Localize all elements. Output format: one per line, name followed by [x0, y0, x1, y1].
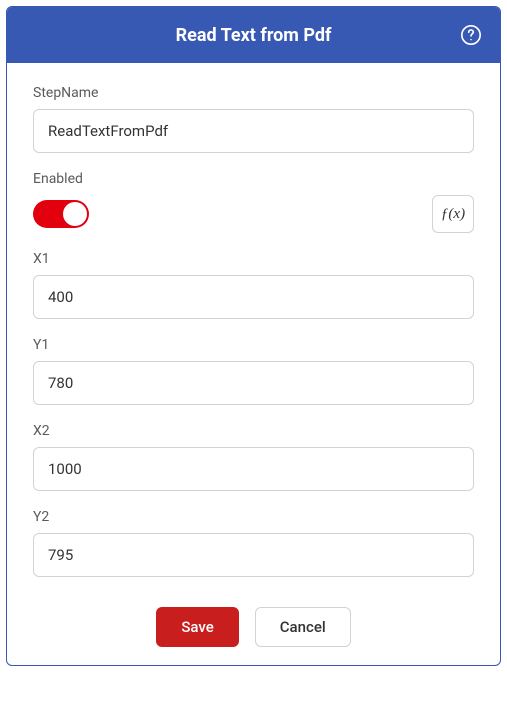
fx-icon: ƒ(x)	[441, 206, 465, 223]
enabled-row: ƒ(x)	[33, 195, 474, 233]
panel-title: Read Text from Pdf	[176, 25, 332, 46]
x2-input[interactable]	[33, 447, 474, 491]
y1-input[interactable]	[33, 361, 474, 405]
config-panel: Read Text from Pdf StepName Enabled ƒ(x)	[6, 6, 501, 666]
y2-field: Y2	[33, 509, 474, 577]
help-icon[interactable]	[460, 24, 482, 46]
stepname-input[interactable]	[33, 109, 474, 153]
x2-field: X2	[33, 423, 474, 491]
toggle-knob	[63, 202, 87, 226]
stepname-label: StepName	[33, 85, 474, 101]
x2-label: X2	[33, 423, 474, 439]
enabled-field: Enabled ƒ(x)	[33, 171, 474, 233]
panel-header: Read Text from Pdf	[7, 7, 500, 63]
save-button[interactable]: Save	[156, 607, 238, 647]
y2-input[interactable]	[33, 533, 474, 577]
enabled-toggle[interactable]	[33, 200, 89, 228]
x1-field: X1	[33, 251, 474, 319]
stepname-field: StepName	[33, 85, 474, 153]
footer-actions: Save Cancel	[33, 595, 474, 665]
x1-input[interactable]	[33, 275, 474, 319]
y1-label: Y1	[33, 337, 474, 353]
y1-field: Y1	[33, 337, 474, 405]
form-body: StepName Enabled ƒ(x) X1 Y1 X2	[7, 63, 500, 665]
y2-label: Y2	[33, 509, 474, 525]
x1-label: X1	[33, 251, 474, 267]
enabled-label: Enabled	[33, 171, 474, 187]
fx-button[interactable]: ƒ(x)	[432, 195, 474, 233]
cancel-button[interactable]: Cancel	[255, 607, 351, 647]
